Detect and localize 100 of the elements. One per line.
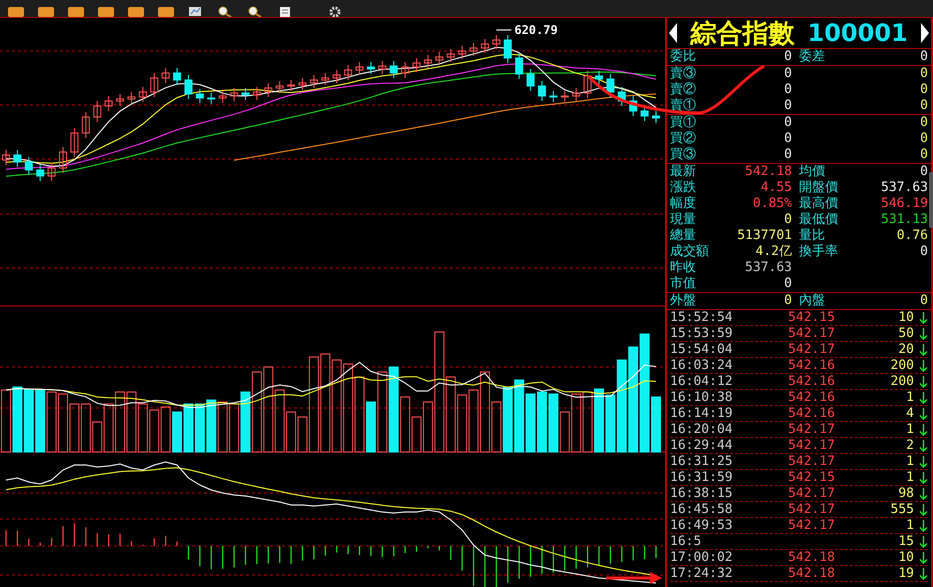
field-label: 委比 xyxy=(670,49,697,65)
field-label: 內盤 xyxy=(798,293,826,309)
trade-time: 16:45:58 xyxy=(670,502,734,517)
order-level-label: 賣③ xyxy=(670,66,697,82)
trade-price: 542.15 xyxy=(788,470,836,485)
field-value: 0 xyxy=(919,244,928,260)
trade-time: 16:49:53 xyxy=(670,518,734,533)
trade-volume: 15 xyxy=(897,534,914,549)
trade-time: 17:24:32 xyxy=(670,566,734,581)
order-volume: 0 xyxy=(919,66,928,82)
field-label: 成交額 xyxy=(670,244,710,260)
trade-time: 16:03:24 xyxy=(670,358,734,373)
trade-price: 542.17 xyxy=(788,342,836,357)
trade-volume: 1 xyxy=(905,422,914,437)
trade-price: 542.15 xyxy=(788,310,836,325)
field-label: 最低價 xyxy=(798,212,839,228)
field-value: 531.13 xyxy=(880,212,928,228)
field-value: 5137701 xyxy=(736,228,792,244)
trade-price: 542.17 xyxy=(788,438,836,453)
trade-time: 16:04:12 xyxy=(670,374,734,389)
trade-price: 542.18 xyxy=(788,550,836,565)
trade-time: 16:31:25 xyxy=(670,454,734,469)
trade-price: 542.17 xyxy=(788,326,836,341)
field-value: 0 xyxy=(919,164,928,180)
trade-volume: 10 xyxy=(897,550,914,565)
trade-price: 542.17 xyxy=(788,518,836,533)
field-value: 542.18 xyxy=(744,164,792,180)
order-level-label: 賣② xyxy=(670,82,697,98)
order-price: 0 xyxy=(783,147,792,163)
trade-price: 542.16 xyxy=(788,406,836,421)
trade-volume: 20 xyxy=(897,342,914,357)
order-price: 0 xyxy=(783,115,792,131)
trade-time: 16:29:44 xyxy=(670,438,734,453)
trade-price: 542.17 xyxy=(788,422,836,437)
field-value: 0 xyxy=(783,293,792,309)
order-price: 0 xyxy=(783,98,792,114)
trade-volume: 555 xyxy=(890,502,914,517)
field-value: 0 xyxy=(783,49,792,65)
field-label: 市值 xyxy=(670,276,697,292)
trade-price: 542.16 xyxy=(788,358,836,373)
field-label: 昨收 xyxy=(670,260,697,276)
field-value: 0.85% xyxy=(752,196,792,212)
trade-time: 17:00:02 xyxy=(670,550,734,565)
field-value: 537.63 xyxy=(880,180,928,196)
order-price: 0 xyxy=(783,82,792,98)
field-label: 最新 xyxy=(670,164,697,180)
field-value: 537.63 xyxy=(744,260,792,276)
field-label: 換手率 xyxy=(798,244,839,260)
field-value: 0.76 xyxy=(896,228,928,244)
trade-volume: 19 xyxy=(897,566,914,581)
field-value: 4.55 xyxy=(760,180,792,196)
order-level-label: 賣① xyxy=(670,98,697,114)
trade-price: 542.16 xyxy=(788,374,836,389)
trade-time: 16:38:15 xyxy=(670,486,734,501)
trade-volume: 50 xyxy=(897,326,914,341)
trade-time: 15:54:04 xyxy=(670,342,734,357)
trade-volume: 98 xyxy=(897,486,914,501)
trade-volume: 1 xyxy=(905,518,914,533)
field-value: 0 xyxy=(919,293,928,309)
trade-volume: 2 xyxy=(905,438,914,453)
field-value: 546.19 xyxy=(880,196,928,212)
trade-volume: 1 xyxy=(905,470,914,485)
peak-price-label: 620.79 xyxy=(514,23,558,37)
trade-price: 542.16 xyxy=(788,390,836,405)
trade-volume: 4 xyxy=(905,406,914,421)
trade-price: 542.17 xyxy=(788,454,836,469)
field-value: 4.2亿 xyxy=(754,244,792,260)
order-price: 0 xyxy=(783,66,792,82)
trade-volume: 1 xyxy=(905,454,914,469)
order-volume: 0 xyxy=(919,147,928,163)
trade-price: 542.18 xyxy=(788,566,836,581)
index-code: 100001 xyxy=(808,19,908,47)
trade-time: 16:14:19 xyxy=(670,406,734,421)
order-volume: 0 xyxy=(919,131,928,147)
trade-time: 15:53:59 xyxy=(670,326,734,341)
trade-time: 15:52:54 xyxy=(670,310,734,325)
field-value: 0 xyxy=(919,49,928,65)
index-name: 綜合指數 xyxy=(690,18,794,49)
field-value: 0 xyxy=(783,276,792,292)
order-volume: 0 xyxy=(919,82,928,98)
order-level-label: 買① xyxy=(670,115,697,131)
order-level-label: 買③ xyxy=(670,147,697,163)
trade-volume: 1 xyxy=(905,390,914,405)
trade-volume: 200 xyxy=(890,358,914,373)
trade-volume: 200 xyxy=(890,374,914,389)
field-label: 量比 xyxy=(798,228,826,244)
field-label: 均價 xyxy=(798,164,826,180)
field-label: 最高價 xyxy=(798,196,839,212)
trade-time: 16:20:04 xyxy=(670,422,734,437)
trade-time: 16:5 xyxy=(670,534,702,549)
order-price: 0 xyxy=(783,131,792,147)
trade-volume: 10 xyxy=(897,310,914,325)
trade-price: 542.17 xyxy=(788,502,836,517)
trade-time: 16:10:38 xyxy=(670,390,734,405)
trade-price: 542.17 xyxy=(788,486,836,501)
field-label: 漲跌 xyxy=(670,180,697,196)
field-label: 開盤價 xyxy=(798,180,839,196)
field-value: 0 xyxy=(783,212,792,228)
field-label: 現量 xyxy=(670,212,697,228)
trade-time: 16:31:59 xyxy=(670,470,734,485)
